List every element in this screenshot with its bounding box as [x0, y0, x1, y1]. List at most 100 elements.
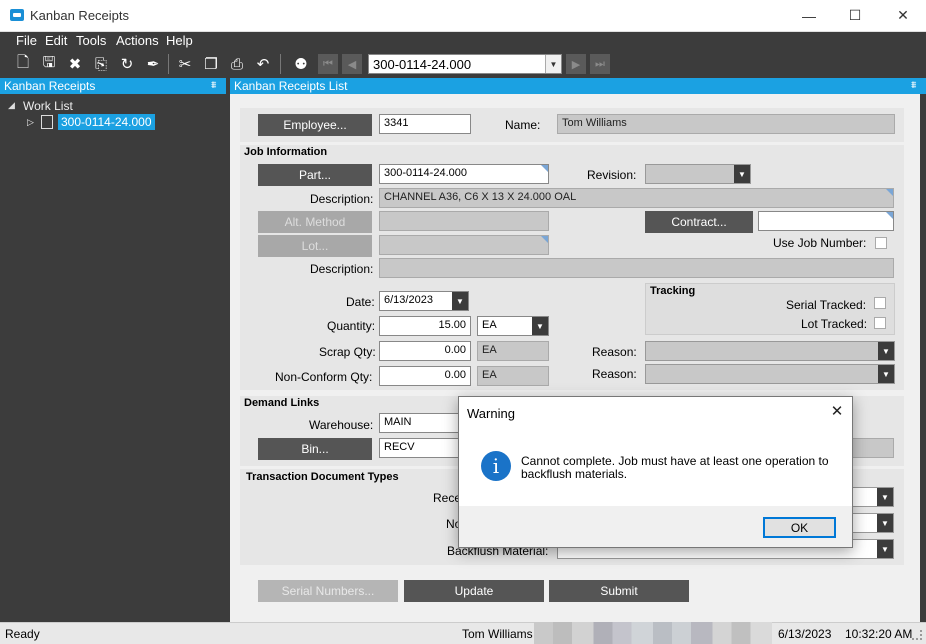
lot-description-field — [379, 258, 894, 278]
menu-edit[interactable]: Edit — [45, 33, 67, 48]
job-information-header: Job Information — [244, 146, 328, 158]
employee-button[interactable]: Employee... — [258, 114, 372, 136]
next-record-icon[interactable]: ▶ — [566, 54, 586, 74]
pin-icon[interactable]: ⩩ — [211, 80, 216, 91]
left-panel-header: Kanban Receipts — [0, 78, 226, 94]
receipt-doc-type-select[interactable]: ▼ — [850, 487, 894, 507]
use-job-number-checkbox[interactable] — [875, 237, 887, 249]
attach-icon[interactable]: ⎘ — [90, 53, 112, 75]
prev-record-icon[interactable]: ◀ — [342, 54, 362, 74]
first-record-icon[interactable]: ⏮ — [318, 54, 338, 74]
nonconform-doc-type-select[interactable]: ▼ — [850, 513, 894, 533]
use-job-number-label: Use Job Number: — [773, 236, 867, 250]
dialog-title: Warning — [467, 406, 515, 421]
toolbar-separator — [168, 54, 169, 74]
scrap-qty-label: Scrap Qty: — [319, 345, 376, 359]
left-panel-title: Kanban Receipts — [4, 79, 96, 93]
collapse-icon[interactable]: ▷ — [27, 117, 34, 128]
close-icon[interactable]: ✕ — [880, 0, 926, 31]
serial-tracked-checkbox — [874, 297, 886, 309]
pin-icon[interactable]: ⩩ — [911, 80, 916, 91]
tree-root-work-list[interactable]: Work List — [23, 99, 73, 113]
warehouse-select[interactable]: MAIN — [379, 413, 469, 433]
resize-grip[interactable] — [912, 630, 922, 640]
chevron-down-icon: ▼ — [878, 365, 894, 383]
menu-help[interactable]: Help — [166, 33, 193, 48]
tree-item-record[interactable]: 300-0114-24.000 — [58, 114, 155, 130]
scrap-qty-input[interactable]: 0.00 — [379, 341, 471, 361]
chevron-down-icon: ▼ — [878, 342, 894, 360]
right-panel-header: Kanban Receipts List — [230, 78, 926, 94]
non-conform-reason-select[interactable]: ▼ — [645, 364, 895, 384]
revision-label: Revision: — [587, 168, 637, 182]
left-panel — [0, 94, 226, 622]
delete-icon[interactable]: ✖ — [64, 53, 86, 75]
date-label: Date: — [346, 295, 375, 309]
status-user: Tom Williams — [462, 627, 533, 641]
update-button[interactable]: Update — [404, 580, 544, 602]
save-icon[interactable]: 🖫 — [38, 53, 60, 75]
status-date: 6/13/2023 — [778, 627, 832, 641]
lot-description-label: Description: — [310, 262, 374, 276]
alt-method-field — [379, 211, 549, 231]
menu-file[interactable]: File — [16, 33, 37, 48]
lot-tracked-checkbox — [874, 317, 886, 329]
lot-field — [379, 235, 549, 255]
submit-button[interactable]: Submit — [549, 580, 689, 602]
serial-numbers-button[interactable]: Serial Numbers... — [258, 580, 398, 602]
alt-method-button[interactable]: Alt. Method — [258, 211, 372, 233]
window-title: Kanban Receipts — [30, 8, 130, 23]
minimize-icon[interactable]: — — [786, 0, 832, 31]
tracking-header: Tracking — [650, 285, 696, 297]
bin-description-field — [850, 438, 894, 458]
expand-icon[interactable]: ◢ — [8, 100, 15, 111]
part-input[interactable]: 300-0114-24.000 — [379, 164, 549, 184]
chevron-down-icon: ▼ — [877, 540, 893, 558]
calendar-dropdown-icon[interactable]: ▼ — [452, 292, 468, 310]
contract-input[interactable] — [758, 211, 894, 231]
scrollbar[interactable] — [920, 94, 926, 622]
chevron-down-icon: ▼ — [877, 514, 893, 532]
last-record-icon[interactable]: ⏭ — [590, 54, 610, 74]
menu-actions[interactable]: Actions — [116, 33, 159, 48]
bin-input[interactable]: RECV — [379, 438, 469, 458]
quantity-label: Quantity: — [327, 319, 376, 333]
bin-button[interactable]: Bin... — [258, 438, 372, 460]
scrap-uom-field: EA — [477, 341, 549, 361]
description-field: CHANNEL A36, C6 X 13 X 24.000 OAL — [379, 188, 894, 208]
search-icon[interactable]: ⚉ — [290, 53, 312, 75]
contract-button[interactable]: Contract... — [645, 211, 753, 233]
menu-tools[interactable]: Tools — [76, 33, 106, 48]
undo-icon[interactable]: ↶ — [252, 53, 274, 75]
demand-links-header: Demand Links — [244, 397, 320, 409]
scrap-reason-select[interactable]: ▼ — [645, 341, 895, 361]
revision-select[interactable]: ▼ — [645, 164, 751, 184]
refresh-icon[interactable]: ↻ — [116, 53, 138, 75]
description-label: Description: — [310, 192, 374, 206]
new-icon[interactable]: 🗋 — [12, 53, 34, 75]
receipt-doc-type-label: Rece — [433, 491, 462, 505]
copy-icon[interactable]: ❐ — [200, 53, 222, 75]
paste-icon[interactable]: ⎙ — [226, 53, 248, 75]
chevron-down-icon[interactable]: ▼ — [545, 55, 561, 73]
dialog-message: Cannot complete. Job must have at least … — [521, 454, 829, 481]
ok-button[interactable]: OK — [763, 517, 836, 538]
lot-button[interactable]: Lot... — [258, 235, 372, 257]
quantity-input[interactable]: 15.00 — [379, 316, 471, 336]
chevron-down-icon[interactable]: ▼ — [532, 317, 548, 335]
record-selector[interactable]: 300-0114-24.000 — [368, 54, 562, 74]
clear-icon[interactable]: ✒ — [142, 53, 164, 75]
non-conform-reason-label: Reason: — [592, 367, 637, 381]
status-text: Ready — [5, 627, 40, 641]
non-conform-qty-label: Non-Conform Qty: — [275, 370, 373, 384]
part-button[interactable]: Part... — [258, 164, 372, 186]
transaction-document-types-header: Transaction Document Types — [246, 471, 399, 483]
non-conform-qty-input[interactable]: 0.00 — [379, 366, 471, 386]
name-field: Tom Williams — [557, 114, 895, 134]
toolbar-separator — [280, 54, 281, 74]
maximize-icon[interactable]: ☐ — [832, 0, 878, 31]
cut-icon[interactable]: ✂ — [174, 53, 196, 75]
employee-id-input[interactable]: 3341 — [379, 114, 471, 134]
dialog-close-icon[interactable]: ✕ — [828, 402, 846, 420]
non-conform-uom-field: EA — [477, 366, 549, 386]
